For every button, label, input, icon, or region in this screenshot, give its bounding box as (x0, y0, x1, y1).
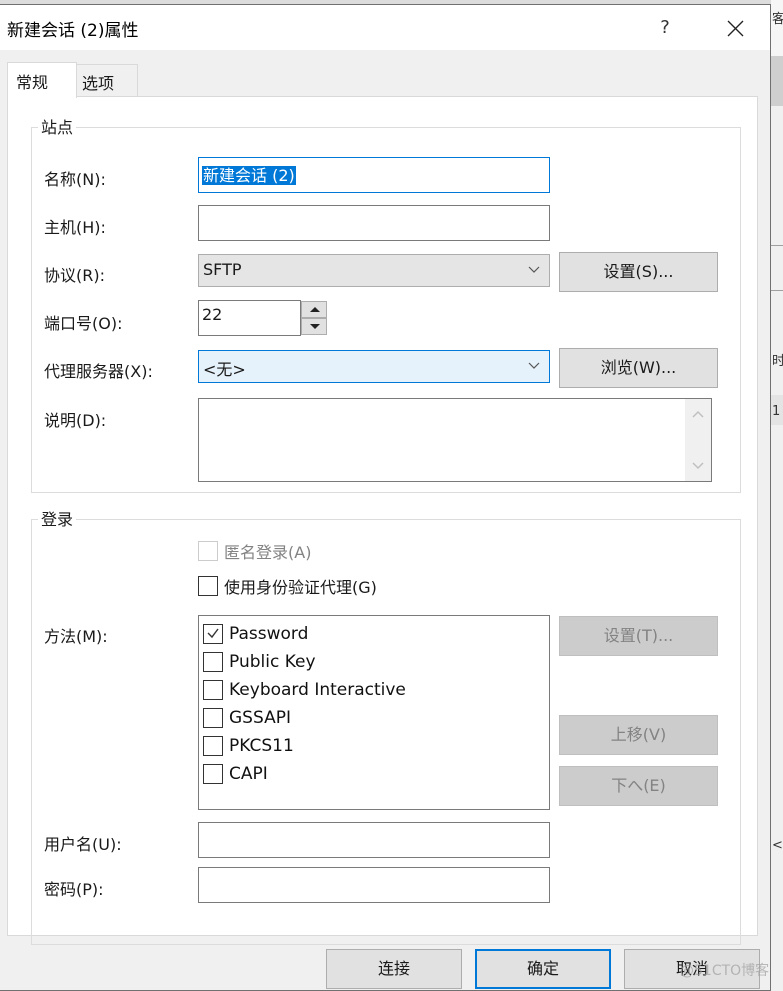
proxy-browse-button[interactable]: 浏览(W)... (559, 348, 718, 388)
auth-method-label: GSSAPI (229, 708, 291, 728)
background-text: < (772, 838, 783, 853)
auth-method-label: CAPI (229, 764, 268, 784)
password-input[interactable] (198, 867, 550, 903)
help-button[interactable]: ? (640, 11, 690, 45)
anonymous-login-label: 匿名登录(A) (224, 543, 312, 562)
chevron-down-icon (528, 362, 540, 369)
checkbox-box[interactable] (203, 764, 223, 784)
scroll-down-icon[interactable] (691, 461, 705, 471)
checkbox-box[interactable] (203, 652, 223, 672)
move-up-button[interactable]: 上移(V) (559, 715, 718, 755)
background-text: 时 (772, 354, 783, 369)
tab-options[interactable]: 选项 (76, 64, 138, 96)
auth-method-password[interactable]: Password (199, 620, 549, 648)
port-input[interactable]: 22 (198, 300, 301, 336)
protocol-select[interactable]: SFTP (198, 254, 550, 287)
auth-agent-label: 使用身份验证代理(G) (224, 578, 377, 597)
arrow-up-icon (310, 307, 320, 312)
description-textarea[interactable] (198, 398, 712, 482)
auth-method-capi[interactable]: CAPI (199, 760, 549, 788)
background-text: 1 - (772, 404, 783, 419)
arrow-down-icon (310, 324, 320, 329)
auth-method-gssapi[interactable]: GSSAPI (199, 704, 549, 732)
auth-agent-checkbox[interactable]: 使用身份验证代理(G) (198, 574, 377, 598)
protocol-settings-button[interactable]: 设置(S)... (559, 252, 718, 292)
host-label: 主机(H): (44, 218, 106, 237)
watermark: @51CTO博客 (680, 963, 770, 979)
close-button[interactable] (710, 11, 760, 45)
proxy-label: 代理服务器(X): (44, 362, 153, 381)
username-input[interactable] (198, 822, 550, 858)
checkbox-box[interactable] (203, 624, 223, 644)
anonymous-login-checkbox[interactable]: 匿名登录(A) (198, 539, 311, 563)
method-label: 方法(M): (44, 627, 108, 646)
background-divider (771, 245, 783, 246)
chevron-down-icon (528, 266, 540, 273)
proxy-select[interactable]: <无> (198, 350, 550, 383)
auth-method-list[interactable]: Password Public Key Keyboard Interactive… (198, 615, 550, 810)
background-toolbar (771, 56, 783, 106)
proxy-select-value: <无> (203, 360, 246, 379)
checkbox-box (198, 576, 218, 596)
username-label: 用户名(U): (44, 835, 122, 854)
background-divider (771, 290, 783, 291)
protocol-label: 协议(R): (44, 266, 105, 285)
general-tab-panel: 站点 名称(N): 新建会话 (2) 主机(H): 协议(R): SFTP 设置… (7, 96, 758, 945)
title-bar: 新建会话 (2)属性 ? (0, 5, 770, 50)
tab-general[interactable]: 常规 (7, 62, 77, 98)
background-text: 客 (772, 12, 783, 27)
description-scrollbar[interactable] (685, 399, 711, 481)
ok-button[interactable]: 确定 (475, 949, 611, 989)
login-group-legend: 登录 (38, 506, 77, 530)
port-label: 端口号(O): (44, 314, 123, 333)
port-decrement-button[interactable] (301, 318, 327, 335)
move-down-button[interactable]: 下へ(E) (559, 766, 718, 806)
session-properties-dialog: 新建会话 (2)属性 ? 常规 选项 站点 名称(N): 新建会话 (2) 主机… (0, 4, 771, 991)
checkbox-box[interactable] (203, 680, 223, 700)
name-input[interactable]: 新建会话 (2) (198, 157, 550, 193)
auth-method-label: PKCS11 (229, 736, 294, 756)
checkbox-box[interactable] (203, 708, 223, 728)
checkbox-box[interactable] (203, 736, 223, 756)
auth-method-label: Public Key (229, 652, 316, 672)
port-increment-button[interactable] (301, 301, 327, 318)
site-group-legend: 站点 (38, 114, 77, 138)
background-window: 客 时 1 - < (771, 0, 783, 991)
method-settings-button[interactable]: 设置(T)... (559, 616, 718, 656)
port-spinner[interactable]: 22 (198, 300, 328, 336)
auth-method-label: Password (229, 624, 309, 644)
scroll-up-icon[interactable] (691, 409, 705, 419)
close-icon (727, 20, 744, 37)
connect-button[interactable]: 连接 (326, 949, 462, 989)
protocol-select-value: SFTP (203, 260, 242, 279)
dialog-title: 新建会话 (2)属性 (7, 21, 139, 41)
check-icon (207, 628, 219, 639)
name-input-value: 新建会话 (2) (202, 166, 296, 185)
host-input[interactable] (198, 205, 550, 241)
auth-method-pkcs11[interactable]: PKCS11 (199, 732, 549, 760)
checkbox-box (198, 541, 218, 561)
name-label: 名称(N): (44, 170, 106, 189)
description-label: 说明(D): (44, 411, 107, 430)
auth-method-label: Keyboard Interactive (229, 680, 406, 700)
auth-method-keyboard-interactive[interactable]: Keyboard Interactive (199, 676, 549, 704)
password-label: 密码(P): (44, 880, 104, 899)
auth-method-public-key[interactable]: Public Key (199, 648, 549, 676)
